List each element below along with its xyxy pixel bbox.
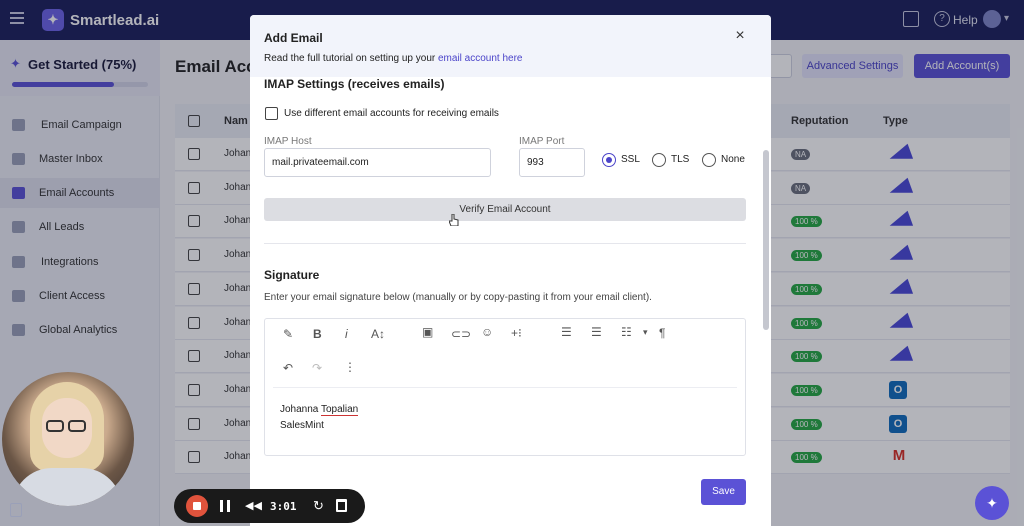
rewind-icon[interactable]: ◀◀ bbox=[245, 499, 262, 512]
signature-help: Enter your email signature below (manual… bbox=[264, 292, 652, 303]
modal-title: Add Email bbox=[264, 31, 323, 45]
subtitle-text: Read the full tutorial on setting up you… bbox=[264, 53, 438, 64]
close-icon[interactable]: × bbox=[734, 28, 746, 44]
bold-icon[interactable]: B bbox=[313, 327, 322, 341]
chevron-down-icon[interactable]: ▾ bbox=[643, 327, 648, 338]
insert-icon[interactable]: +⁝ bbox=[511, 326, 522, 340]
announcements-button[interactable]: ✦ bbox=[975, 486, 1009, 520]
tls-radio[interactable] bbox=[652, 153, 666, 167]
different-accounts-label[interactable]: Use different email accounts for receivi… bbox=[284, 108, 499, 119]
ssl-label[interactable]: SSL bbox=[621, 154, 640, 165]
save-button[interactable]: Save bbox=[701, 479, 746, 505]
more-icon[interactable]: ⋮ bbox=[344, 360, 356, 374]
document-icon[interactable] bbox=[10, 503, 22, 517]
signature-first-name: Johanna bbox=[280, 404, 321, 415]
ssl-radio[interactable] bbox=[602, 153, 616, 167]
align-center-icon[interactable]: ☰ bbox=[591, 325, 602, 339]
add-email-modal: Add Email Read the full tutorial on sett… bbox=[250, 15, 771, 526]
none-radio[interactable] bbox=[702, 153, 716, 167]
section-divider bbox=[264, 243, 746, 244]
imap-host-input[interactable]: mail.privateemail.com bbox=[264, 148, 491, 177]
paragraph-icon[interactable]: ¶ bbox=[659, 326, 665, 340]
link-icon[interactable]: ⊂⊃ bbox=[451, 327, 471, 341]
none-label[interactable]: None bbox=[721, 154, 745, 165]
signature-last-name: Topalian bbox=[320, 404, 359, 416]
imap-host-label: IMAP Host bbox=[264, 136, 312, 147]
tutorial-link[interactable]: email account here bbox=[438, 53, 523, 64]
restart-icon[interactable]: ↻ bbox=[313, 498, 324, 514]
italic-icon[interactable]: i bbox=[345, 327, 348, 341]
align-left-icon[interactable]: ☰ bbox=[561, 325, 572, 339]
stop-recording-button[interactable] bbox=[186, 495, 208, 517]
imap-port-input[interactable]: 993 bbox=[519, 148, 585, 177]
font-size-icon[interactable]: A↕ bbox=[371, 327, 385, 341]
modal-subtitle: Read the full tutorial on setting up you… bbox=[264, 53, 523, 64]
emoji-icon[interactable]: ☺ bbox=[481, 325, 493, 339]
redo-icon[interactable]: ↷ bbox=[312, 361, 322, 375]
tls-label[interactable]: TLS bbox=[671, 154, 689, 165]
image-icon[interactable]: ▣ bbox=[422, 325, 433, 339]
webcam-overlay bbox=[2, 372, 134, 506]
different-accounts-checkbox[interactable] bbox=[265, 107, 278, 120]
pause-icon[interactable] bbox=[220, 500, 230, 512]
signature-title: Signature bbox=[264, 268, 320, 282]
toolbar-divider bbox=[273, 387, 737, 388]
hand-cursor-icon bbox=[449, 214, 459, 226]
imap-port-label: IMAP Port bbox=[519, 136, 565, 147]
recording-time: 3:01 bbox=[270, 500, 297, 513]
trash-icon[interactable] bbox=[336, 499, 347, 512]
signature-line[interactable]: Johanna Topalian bbox=[280, 404, 359, 416]
brush-icon[interactable]: ✎ bbox=[283, 327, 293, 341]
list-icon[interactable]: ☷ bbox=[621, 325, 632, 339]
modal-scrollbar[interactable] bbox=[763, 150, 769, 330]
modal-header: Add Email Read the full tutorial on sett… bbox=[250, 15, 771, 77]
undo-icon[interactable]: ↶ bbox=[283, 361, 293, 375]
verify-email-account-button[interactable]: Verify Email Account bbox=[264, 198, 746, 221]
signature-editor[interactable]: ✎ B i A↕ ▣ ⊂⊃ ☺ +⁝ ☰ ☰ ☷ ▾ ¶ ↶ ↷ ⋮ Johan… bbox=[264, 318, 746, 456]
recorder-bar: ◀◀ 3:01 ↻ bbox=[174, 489, 365, 523]
signature-line[interactable]: SalesMint bbox=[280, 420, 324, 431]
imap-section-title: IMAP Settings (receives emails) bbox=[264, 77, 445, 91]
